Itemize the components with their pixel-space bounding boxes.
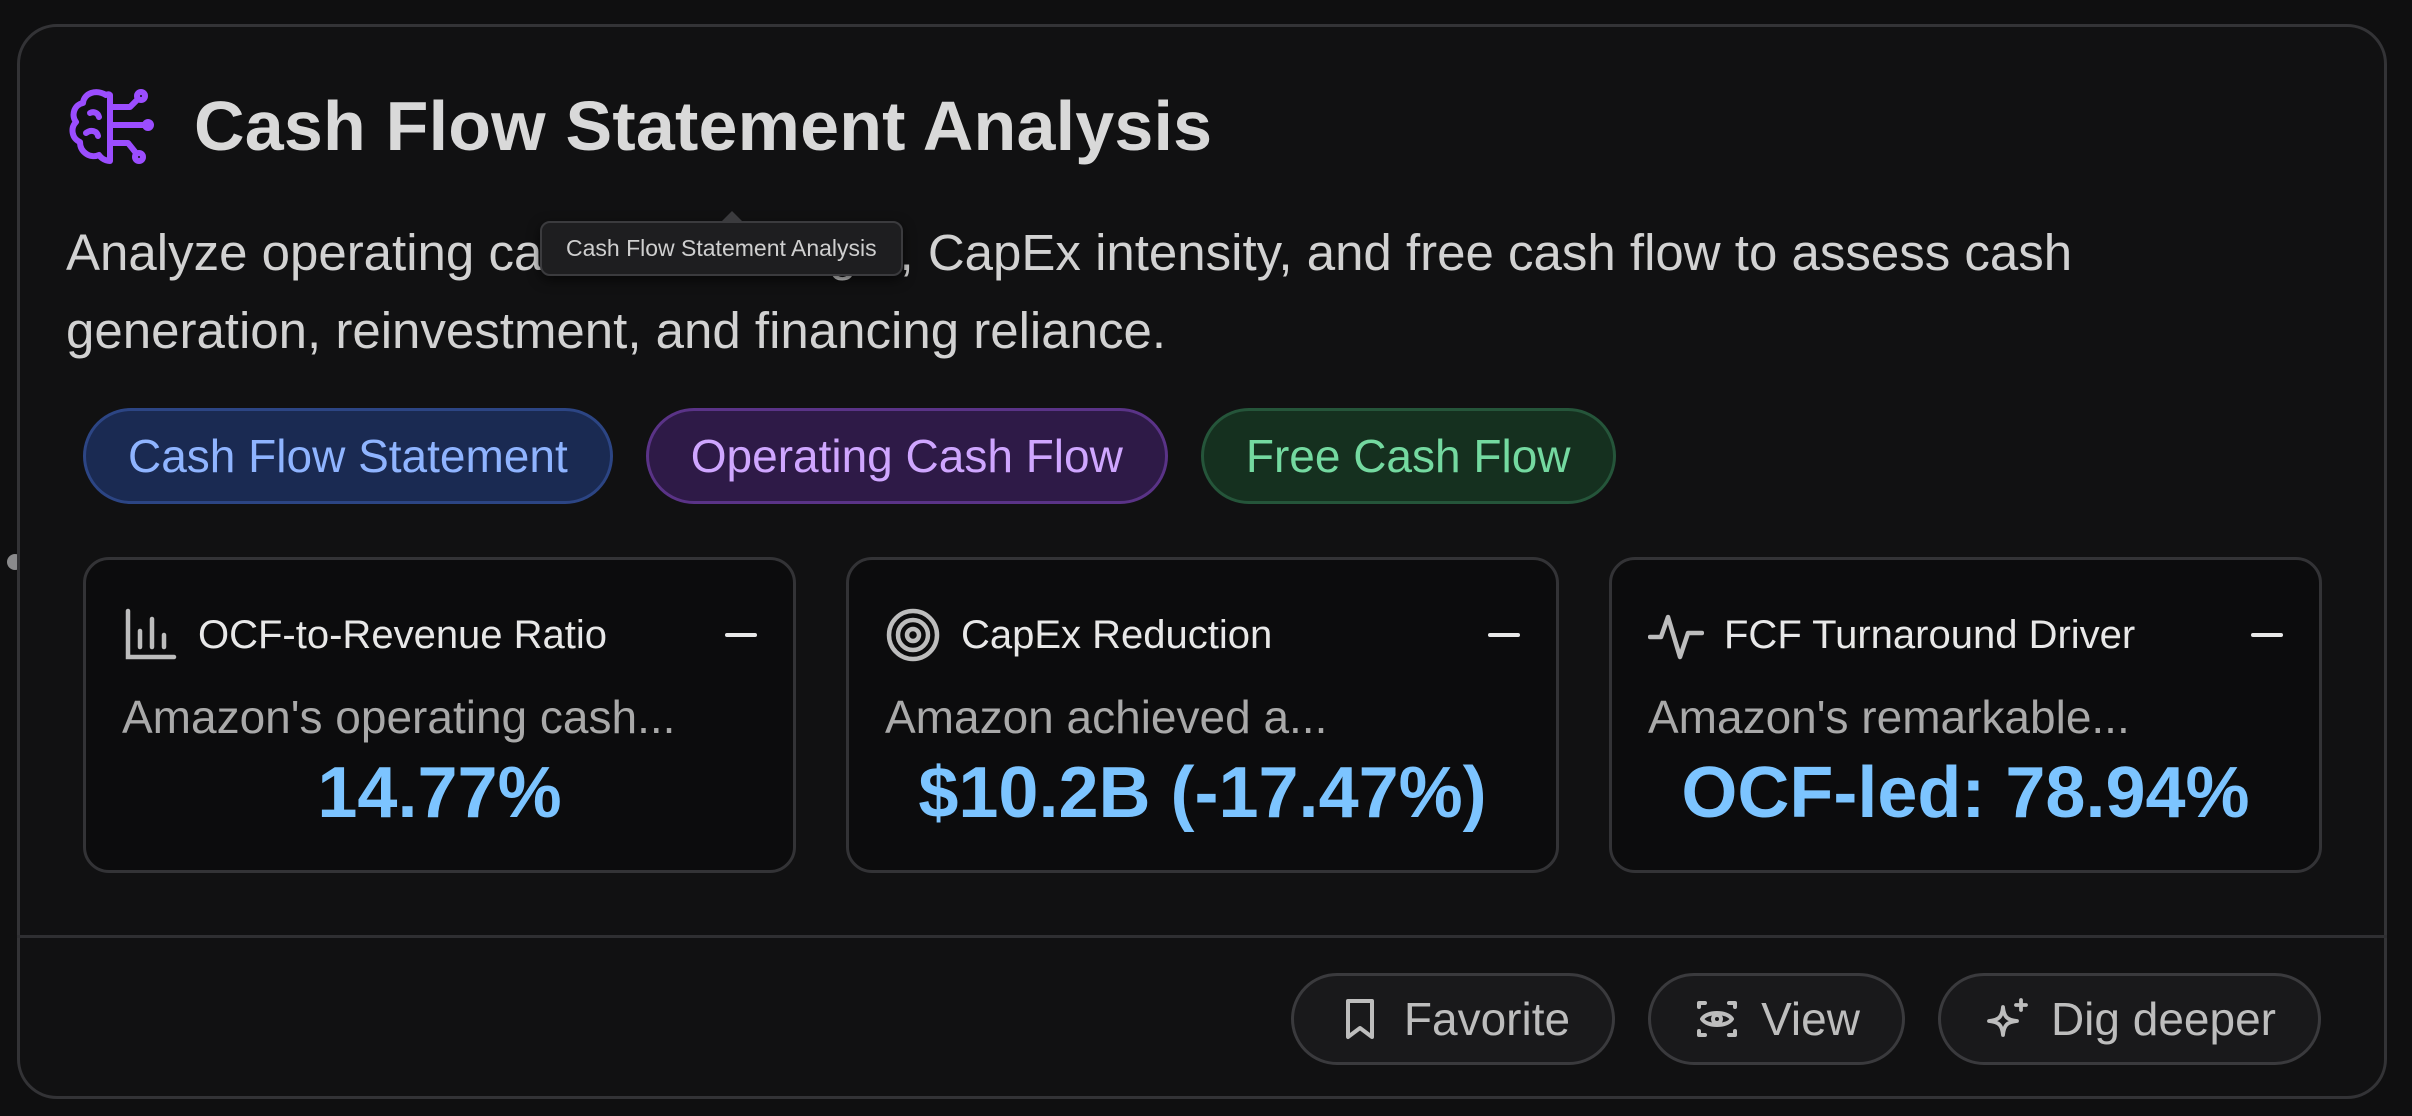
favorite-label: Favorite bbox=[1403, 993, 1571, 1045]
metric-label: OCF-to-Revenue Ratio bbox=[198, 612, 608, 657]
bar-chart-icon bbox=[125, 608, 177, 660]
card-description: Analyze operating cash flow strength, Ca… bbox=[66, 224, 2073, 359]
metric-label: CapEx Reduction bbox=[961, 612, 1273, 657]
dig-deeper-button[interactable]: Dig deeper bbox=[1937, 973, 2321, 1065]
card-header: Cash Flow Statement Analysis bbox=[66, 76, 1212, 176]
brain-icon bbox=[69, 89, 154, 164]
tag-list: Cash Flow Statement Operating Cash Flow … bbox=[83, 408, 1616, 504]
eye-icon bbox=[1697, 1001, 1738, 1037]
collapse-icon[interactable] bbox=[725, 633, 757, 637]
card-actions: Favorite View Dig deeper bbox=[1290, 973, 2321, 1065]
metric-value: $10.2B (-17.47%) bbox=[918, 753, 1487, 833]
dig-deeper-label: Dig deeper bbox=[2050, 993, 2276, 1045]
metric-card-fcf-turnaround[interactable]: FCF Turnaround Driver Amazon's remarkabl… bbox=[1609, 557, 2322, 873]
metric-description: Amazon achieved a... bbox=[885, 691, 1328, 743]
title-tooltip: Cash Flow Statement Analysis bbox=[540, 211, 903, 276]
favorite-button[interactable]: Favorite bbox=[1290, 973, 1616, 1065]
metric-description: Amazon's operating cash... bbox=[122, 691, 676, 743]
sparkles-icon bbox=[1987, 998, 2028, 1037]
collapse-icon[interactable] bbox=[2251, 633, 2283, 637]
tag-cash-flow-statement[interactable]: Cash Flow Statement bbox=[83, 408, 613, 504]
tag-free-cash-flow[interactable]: Free Cash Flow bbox=[1200, 408, 1616, 504]
tag-operating-cash-flow[interactable]: Operating Cash Flow bbox=[645, 408, 1168, 504]
metric-card-capex-reduction[interactable]: CapEx Reduction Amazon achieved a... $10… bbox=[846, 557, 1559, 873]
metric-value: 14.77% bbox=[317, 753, 562, 833]
view-button[interactable]: View bbox=[1648, 973, 1905, 1065]
metric-card-ocf-ratio[interactable]: OCF-to-Revenue Ratio Amazon's operating … bbox=[83, 557, 796, 873]
view-label: View bbox=[1761, 993, 1860, 1045]
metric-label: FCF Turnaround Driver bbox=[1724, 612, 2136, 657]
bookmark-icon bbox=[1345, 999, 1374, 1039]
card-title: Cash Flow Statement Analysis bbox=[194, 87, 1213, 165]
footer-divider bbox=[17, 935, 2387, 938]
target-icon bbox=[886, 608, 940, 662]
metric-value: OCF-led: 78.94% bbox=[1681, 753, 2250, 833]
activity-icon bbox=[1648, 614, 1704, 660]
metric-description: Amazon's remarkable... bbox=[1648, 691, 2130, 743]
collapse-icon[interactable] bbox=[1488, 633, 1520, 637]
